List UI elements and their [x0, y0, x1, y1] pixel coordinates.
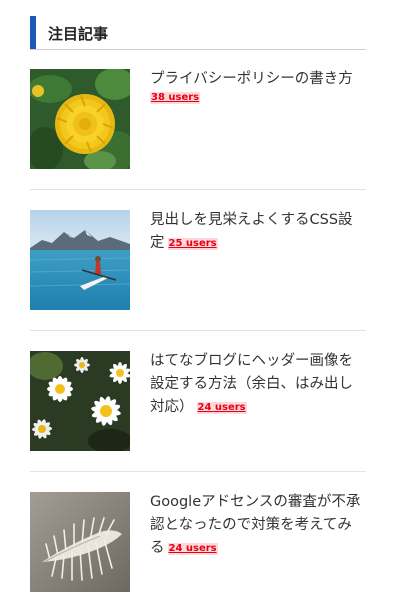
article-entry: プライバシーポリシーの書き方 38 users: [30, 69, 366, 169]
bookmark-users-badge[interactable]: 25 users: [167, 238, 218, 250]
article-entry: はてなブログにヘッダー画像を設定する方法（余白、はみ出し対応） 24 users: [30, 351, 366, 451]
daisies-photo: [30, 351, 130, 451]
article-entry: 見出しを見栄えよくするCSS設定 25 users: [30, 210, 366, 310]
title-accent-bar: [30, 16, 36, 49]
entry-divider: [30, 189, 366, 190]
daisies-thumbnail[interactable]: [30, 351, 130, 451]
article-entry: Googleアドセンスの審査が不承認となったので対策を考えてみる 24 users: [30, 492, 366, 592]
yellow-flower-photo: [30, 69, 130, 169]
kayak-lake-photo: [30, 210, 130, 310]
entry-divider: [30, 471, 366, 472]
bookmark-users-badge[interactable]: 38 users: [150, 92, 201, 104]
featured-articles-widget: 注目記事 プライバシーポリシーの書き方 38 users 見出しを見栄えよくする…: [0, 0, 413, 598]
kayak-lake-thumbnail[interactable]: [30, 210, 130, 310]
article-title-link[interactable]: プライバシーポリシーの書き方: [150, 71, 353, 87]
entry-divider: [30, 330, 366, 331]
widget-title: 注目記事: [48, 25, 109, 43]
widget-header: 注目記事: [30, 16, 366, 50]
bookmark-users-badge[interactable]: 24 users: [167, 543, 218, 555]
article-title-link[interactable]: はてなブログにヘッダー画像を設定する方法（余白、はみ出し対応）: [150, 353, 353, 415]
article-text: プライバシーポリシーの書き方 38 users: [150, 68, 366, 104]
yellow-flower-thumbnail[interactable]: [30, 69, 130, 169]
article-text: はてなブログにヘッダー画像を設定する方法（余白、はみ出し対応） 24 users: [150, 350, 366, 419]
seashell-photo: [30, 492, 130, 592]
article-text: Googleアドセンスの審査が不承認となったので対策を考えてみる 24 users: [150, 491, 366, 560]
article-text: 見出しを見栄えよくするCSS設定 25 users: [150, 209, 366, 255]
seashell-thumbnail[interactable]: [30, 492, 130, 592]
bookmark-users-badge[interactable]: 24 users: [196, 402, 247, 414]
